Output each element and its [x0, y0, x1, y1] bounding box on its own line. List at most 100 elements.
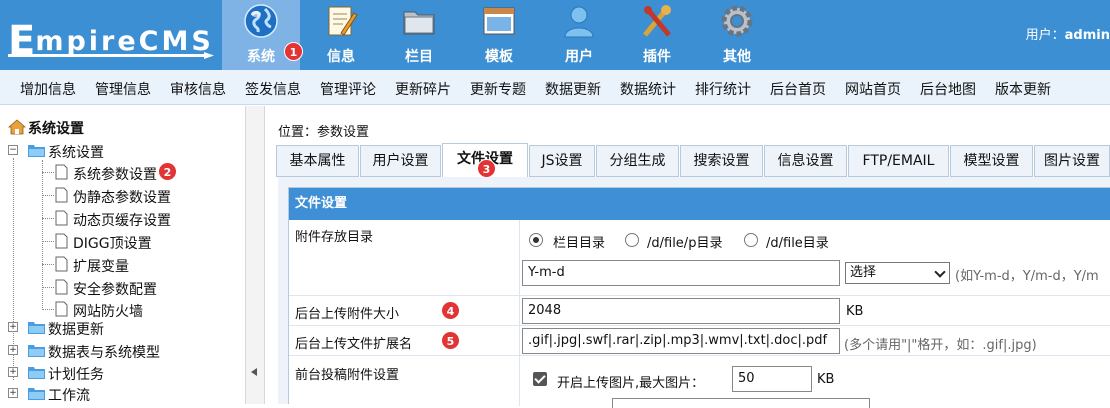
step-badge: 5: [441, 331, 460, 350]
page-icon: [55, 233, 68, 249]
nav-plugin[interactable]: 插件: [618, 0, 696, 70]
row-front-attach: 前台投稿附件设置 开启上传图片,最大图片： 50 KB: [289, 356, 1110, 408]
folder-icon: [28, 367, 45, 379]
radio-dfile-dir[interactable]: [744, 233, 758, 247]
home-icon: [8, 119, 26, 135]
folder-open-icon: [28, 145, 45, 157]
sidebar-item-digg[interactable]: DIGG顶设置: [73, 233, 152, 253]
quick-link-site-home[interactable]: 网站首页: [845, 79, 901, 99]
unit-label: KB: [817, 372, 835, 387]
collapse-toggle[interactable]: −: [8, 145, 18, 155]
unit-label: KB: [846, 304, 864, 319]
quick-link-issue-info[interactable]: 签发信息: [245, 79, 301, 99]
tree-line: [42, 160, 43, 308]
sidebar-group-system-settings[interactable]: 系统设置: [48, 142, 104, 162]
quick-link-ranking-stats[interactable]: 排行统计: [695, 79, 751, 99]
radio-label: 栏目目录: [553, 236, 606, 251]
nav-label: 信息: [327, 49, 355, 65]
user-info: 用户：admin: [1026, 24, 1110, 43]
sidebar-group-data-tables[interactable]: 数据表与系统模型: [48, 342, 160, 362]
row-label: 前台投稿附件设置: [295, 368, 400, 383]
folder-icon: [28, 345, 45, 357]
nav-column[interactable]: 栏目: [380, 0, 458, 70]
quick-link-admin-home[interactable]: 后台首页: [770, 79, 826, 99]
radio-column-dir[interactable]: [529, 233, 543, 247]
nav-user[interactable]: 用户: [540, 0, 618, 70]
quick-link-add-info[interactable]: 增加信息: [20, 79, 76, 99]
row-attach-dir: 附件存放目录 栏目目录 /d/file/p目录 /d/file目录 Y-m-d …: [289, 220, 1110, 296]
format-hint: (如Y-m-d，Y/m-d，Y/m: [955, 269, 1099, 284]
logo-arrow-icon: [8, 52, 214, 59]
sidebar-item-system-params[interactable]: 系统参数设置: [73, 164, 157, 184]
radio-label: /d/file目录: [766, 236, 829, 251]
expand-toggle[interactable]: +: [8, 322, 18, 332]
tab-model[interactable]: 模型设置: [950, 145, 1033, 177]
tab-search[interactable]: 搜索设置: [680, 145, 763, 177]
nav-label: 其他: [723, 49, 751, 65]
template-window-icon: [483, 7, 515, 35]
settings-panel: 文件设置 附件存放目录 栏目目录 /d/file/p目录 /d/file目录 Y…: [278, 177, 1110, 408]
quick-link-admin-map[interactable]: 后台地图: [920, 79, 976, 99]
tools-icon: [643, 5, 671, 37]
upload-size-input[interactable]: 2048: [522, 298, 840, 324]
user-prefix: 用户：: [1025, 28, 1065, 43]
sidebar-group-data-update[interactable]: 数据更新: [48, 319, 104, 339]
nav-system[interactable]: 系统 1: [222, 0, 303, 70]
enable-upload-checkbox[interactable]: [533, 372, 547, 386]
sidebar-item-pseudo-static[interactable]: 伪静态参数设置: [73, 187, 171, 207]
panel-title: 文件设置: [289, 188, 1110, 220]
quick-link-version-update[interactable]: 版本更新: [995, 79, 1051, 99]
folder-icon: [28, 388, 45, 400]
collapse-arrow-icon[interactable]: [251, 368, 257, 376]
chevron-down-icon: [934, 266, 946, 278]
quick-link-update-fragments[interactable]: 更新碎片: [395, 79, 451, 99]
page-icon: [55, 256, 68, 272]
sidebar-item-extend-vars[interactable]: 扩展变量: [73, 256, 129, 276]
gear-icon: [721, 5, 753, 37]
next-input-partial[interactable]: [612, 398, 870, 408]
sidebar-splitter[interactable]: [245, 106, 265, 404]
quick-link-manage-info[interactable]: 管理信息: [95, 79, 151, 99]
settings-tabs: 基本属性 用户设置 文件设置 JS设置 分组生成 搜索设置 信息设置 FTP/E…: [276, 143, 1110, 177]
date-format-select[interactable]: 选择: [845, 262, 950, 284]
nav-template[interactable]: 模板: [460, 0, 538, 70]
empirecms-logo[interactable]: EmpireCMS: [8, 10, 218, 64]
tab-user[interactable]: 用户设置: [360, 145, 441, 177]
tab-group-generate[interactable]: 分组生成: [596, 145, 679, 177]
radio-dfile-p-dir[interactable]: [625, 233, 639, 247]
tab-info[interactable]: 信息设置: [764, 145, 847, 177]
tab-image[interactable]: 图片设置: [1034, 145, 1110, 177]
upload-ext-input[interactable]: .gif|.jpg|.swf|.rar|.zip|.mp3|.wmv|.txt|…: [522, 328, 840, 354]
tab-basic[interactable]: 基本属性: [276, 145, 359, 177]
user-name[interactable]: admin: [1065, 28, 1110, 43]
quick-link-manage-comments[interactable]: 管理评论: [320, 79, 376, 99]
sidebar-item-security[interactable]: 安全参数配置: [73, 279, 157, 299]
row-label: 后台上传文件扩展名: [295, 337, 413, 352]
sidebar-group-scheduled-tasks[interactable]: 计划任务: [48, 364, 104, 384]
quick-link-update-topics[interactable]: 更新专题: [470, 79, 526, 99]
quick-link-data-stats[interactable]: 数据统计: [620, 79, 676, 99]
nav-other[interactable]: 其他: [698, 0, 776, 70]
quick-link-data-update[interactable]: 数据更新: [545, 79, 601, 99]
max-image-size-input[interactable]: 50: [732, 366, 812, 392]
expand-toggle[interactable]: +: [8, 345, 18, 355]
sidebar-item-firewall[interactable]: 网站防火墙: [73, 301, 143, 321]
tab-ftp-email[interactable]: FTP/EMAIL: [848, 145, 949, 177]
sidebar-group-workflow[interactable]: 工作流: [48, 385, 90, 405]
nav-info[interactable]: 信息: [302, 0, 380, 70]
expand-toggle[interactable]: +: [8, 367, 18, 377]
expand-toggle[interactable]: +: [8, 388, 18, 398]
nav-label: 模板: [485, 49, 513, 65]
row-label: 后台上传附件大小: [295, 307, 400, 322]
sidebar-root-title: 系统设置: [28, 121, 84, 137]
date-format-input[interactable]: Y-m-d: [522, 260, 840, 286]
quick-menu-bar: 增加信息 管理信息 审核信息 签发信息 管理评论 更新碎片 更新专题 数据更新 …: [0, 70, 1110, 105]
sidebar-item-dynamic-cache[interactable]: 动态页缓存设置: [73, 210, 171, 230]
nav-label: 插件: [643, 49, 671, 65]
page-icon: [55, 301, 68, 317]
radio-label: /d/file/p目录: [647, 236, 723, 251]
quick-link-review-info[interactable]: 审核信息: [170, 79, 226, 99]
globe-icon: [244, 4, 278, 38]
tab-js[interactable]: JS设置: [529, 145, 595, 177]
row-upload-ext: 后台上传文件扩展名 5 .gif|.jpg|.swf|.rar|.zip|.mp…: [289, 326, 1110, 356]
